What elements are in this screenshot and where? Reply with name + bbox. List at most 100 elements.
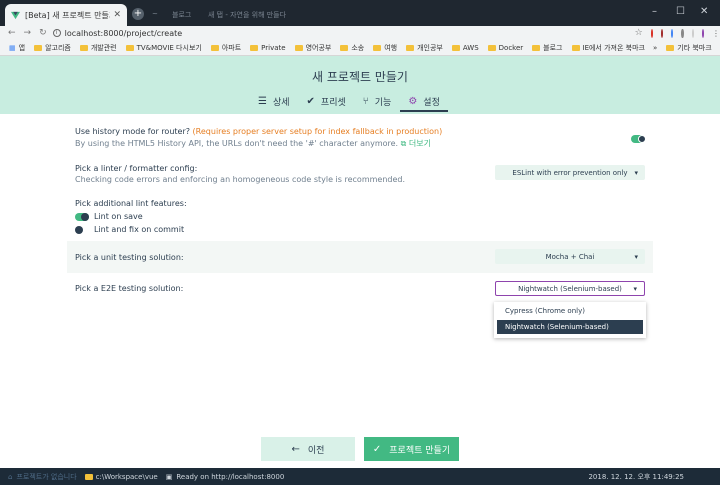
lint-features-label: Pick additional lint features: [75, 199, 187, 208]
status-datetime: 2018. 12. 12. 오후 11:49:25 [588, 472, 684, 481]
folder-icon [210, 44, 219, 51]
bookmark-item[interactable]: 여행 [373, 43, 397, 53]
terminal-icon: ▣ [165, 472, 173, 481]
page-header: 새 프로젝트 만들기 ☰ 상세 ✔ 프리셋 ⑂ 기능 ⚙ 설정 [0, 56, 720, 114]
star-icon[interactable]: ☆ [635, 28, 643, 38]
arrow-left-icon: ← [291, 443, 300, 455]
ext-icon[interactable] [691, 28, 694, 38]
tab-settings[interactable]: ⚙ 설정 [400, 93, 448, 112]
gear-icon: ⚙ [408, 95, 418, 107]
ext-icon[interactable] [681, 28, 684, 38]
status-project[interactable]: ⌂ 프로젝트가 없습니다 [8, 472, 77, 482]
bookmark-item[interactable]: 알고리즘 [34, 43, 71, 53]
apps-icon: ▦ [9, 43, 16, 52]
history-warning: (Requires proper server setup for index … [192, 127, 443, 136]
folder-icon [340, 44, 349, 51]
linter-row: Pick a linter / formatter config: Checki… [67, 164, 653, 184]
folder-icon [666, 44, 675, 51]
url-field[interactable]: i localhost:8000/project/create [52, 29, 563, 38]
dim-tab: ~ [152, 10, 158, 18]
folder-icon [34, 44, 43, 51]
address-bar: ← → ↻ i localhost:8000/project/create ☆ … [0, 26, 720, 40]
bookmark-item[interactable]: 영어공부 [294, 43, 331, 53]
unit-select[interactable]: Mocha + Chai ▾ [495, 249, 645, 264]
history-desc: By using the HTML5 History API, the URLs… [75, 139, 399, 148]
home-icon: ⌂ [8, 472, 13, 481]
dropdown-option[interactable]: Cypress (Chrome only) [497, 304, 643, 318]
history-label: Use history mode for router? [75, 127, 190, 136]
folder-icon [451, 44, 460, 51]
close-tab-icon[interactable]: ✕ [113, 10, 121, 20]
toggle-knob [638, 135, 646, 143]
bookmark-item[interactable]: Private [250, 44, 286, 52]
folder-icon [571, 44, 580, 51]
e2e-label: Pick a E2E testing solution: [75, 284, 184, 293]
bookmark-item[interactable]: 개인공부 [406, 43, 443, 53]
lint-on-save-option[interactable]: Lint on save [75, 212, 661, 221]
lint-on-save-toggle[interactable] [75, 212, 89, 221]
menu-icon[interactable]: ⋮ [712, 29, 720, 38]
ext-icon[interactable] [671, 28, 674, 38]
linter-select[interactable]: ESLint with error prevention only ▾ [495, 165, 645, 180]
bookmark-item[interactable]: 소송 [340, 43, 364, 53]
browser-tab-bar: [Beta] 새 프로젝트 만들기 - Vue ✕ + ~ 블로그 새 탭 - … [0, 0, 720, 26]
opera-ext-icon[interactable] [650, 28, 653, 38]
lint-fix-commit-option[interactable]: Lint and fix on commit [75, 225, 661, 234]
folder-icon [125, 44, 134, 51]
folder-icon [294, 44, 303, 51]
history-mode-toggle[interactable] [631, 135, 646, 143]
status-server[interactable]: ▣ Ready on http://localhost:8000 [166, 473, 285, 481]
bookmark-item[interactable]: 아파트 [210, 43, 241, 53]
other-bookmarks[interactable]: 기타 북마크 [666, 43, 712, 53]
adblock-ext-icon[interactable] [660, 28, 664, 38]
minimize-icon[interactable]: – [652, 6, 657, 17]
status-folder[interactable]: c:\Workspace\vue [84, 473, 158, 481]
new-tab-button[interactable]: + [132, 8, 144, 20]
e2e-dropdown: Cypress (Chrome only) Nightwatch (Seleni… [494, 302, 646, 338]
tab-features[interactable]: ⑂ 기능 [363, 93, 392, 109]
lint-fix-commit-toggle[interactable] [75, 225, 89, 234]
browser-tab[interactable]: [Beta] 새 프로젝트 만들기 - Vue ✕ [5, 4, 127, 26]
forward-icon[interactable]: → [24, 28, 32, 38]
chevron-down-icon: ▾ [634, 252, 638, 261]
folder-icon [406, 44, 415, 51]
folder-icon [84, 473, 93, 480]
folder-icon [487, 44, 496, 51]
bookmark-item[interactable]: TV&MOVIE 다시보기 [125, 43, 202, 53]
info-icon[interactable]: i [52, 29, 61, 37]
fork-icon: ⑂ [362, 95, 369, 107]
close-window-icon[interactable]: ✕ [700, 6, 708, 17]
check-icon: ✓ [372, 443, 382, 455]
bookmark-item[interactable]: 블로그 [532, 43, 563, 53]
back-icon[interactable]: ← [8, 28, 16, 38]
bookmark-item[interactable]: IE에서 가져온 북마크 [571, 43, 645, 53]
history-mode-row: Use history mode for router? (Requires p… [75, 127, 661, 149]
bookmark-item[interactable]: AWS [451, 44, 479, 52]
unit-label: Pick a unit testing solution: [75, 253, 184, 262]
create-project-button[interactable]: ✓ 프로젝트 만들기 [364, 437, 459, 461]
bookmarks-bar: ▦ 앱 알고리즘 개발관련 TV&MOVIE 다시보기 아파트 Private 영… [0, 40, 720, 56]
bookmark-item[interactable]: ▦ 앱 [9, 43, 25, 53]
lint-features-row: Pick additional lint features: Lint on s… [75, 199, 661, 234]
profile-avatar[interactable] [701, 28, 705, 38]
tab-details[interactable]: ☰ 상세 [258, 93, 290, 109]
external-link-icon[interactable]: ⧉ [401, 139, 407, 148]
folder-icon [250, 44, 259, 51]
dropdown-option-selected[interactable]: Nightwatch (Selenium-based) [497, 320, 643, 334]
bookmark-item[interactable]: Docker [487, 44, 523, 52]
bookmark-item[interactable]: 개발관련 [79, 43, 117, 53]
reload-icon[interactable]: ↻ [39, 28, 47, 38]
tab-presets[interactable]: ✔ 프리셋 [307, 93, 346, 109]
more-bookmarks-icon[interactable]: » [653, 44, 657, 52]
e2e-select[interactable]: Nightwatch (Selenium-based) ▾ [495, 281, 645, 296]
check-circle-icon: ✔ [306, 95, 315, 107]
tab-title: [Beta] 새 프로젝트 만들기 - Vue [25, 10, 110, 20]
chevron-down-icon: ▾ [634, 168, 638, 177]
chevron-down-icon: ▾ [633, 284, 637, 293]
step-tabs: ☰ 상세 ✔ 프리셋 ⑂ 기능 ⚙ 설정 [258, 93, 457, 112]
maximize-icon[interactable]: ☐ [676, 6, 685, 17]
folder-icon [373, 44, 382, 51]
vue-logo-icon [11, 11, 20, 19]
previous-button[interactable]: ← 이전 [261, 437, 355, 461]
more-link[interactable]: 더보기 [409, 139, 431, 148]
